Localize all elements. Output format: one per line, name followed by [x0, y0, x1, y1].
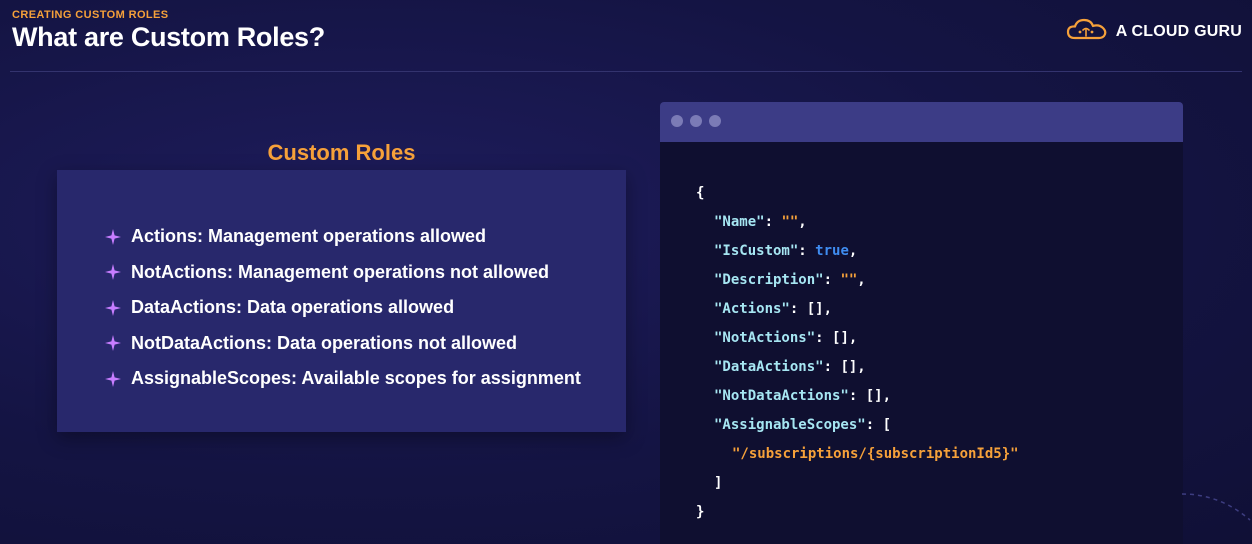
code-line: "Description": "", [714, 272, 866, 288]
code-line: "/subscriptions/{subscriptionId5}" [732, 446, 1019, 462]
code-line: } [696, 504, 705, 520]
eyebrow-label: CREATING CUSTOM ROLES [12, 9, 169, 21]
custom-roles-card: Actions: Management operations allowed N… [57, 170, 626, 432]
code-line: "DataActions": [], [714, 359, 866, 375]
code-line: "NotDataActions": [], [714, 388, 892, 404]
list-item: Actions: Management operations allowed [105, 219, 581, 255]
window-dot-icon [709, 115, 721, 127]
cloud-logo-icon [1066, 17, 1108, 46]
list-item: NotActions: Management operations not al… [105, 255, 581, 291]
window-title-bar [660, 102, 1183, 142]
list-item-text: Actions: Management operations allowed [131, 226, 487, 247]
sparkle-icon [105, 228, 121, 245]
list-item: DataActions: Data operations allowed [105, 290, 581, 326]
code-line: "Name": "", [714, 214, 807, 230]
sparkle-icon [105, 264, 121, 281]
page-title: What are Custom Roles? [12, 22, 325, 52]
window-dot-icon [671, 115, 683, 127]
code-line: ] [714, 475, 723, 491]
code-line: "NotActions": [], [714, 330, 858, 346]
header-divider [10, 71, 1242, 72]
list-item-text: NotDataActions: Data operations not allo… [131, 332, 518, 353]
list-item-text: AssignableScopes: Available scopes for a… [131, 368, 581, 389]
brand-logo: A CLOUD GURU [1066, 17, 1242, 46]
code-line: { [696, 185, 705, 201]
code-area: { "Name": "", "IsCustom": true, "Descrip… [660, 142, 1183, 544]
list-item-text: NotActions: Management operations not al… [131, 261, 550, 282]
sparkle-icon [105, 370, 121, 387]
code-line: "AssignableScopes": [ [714, 417, 892, 433]
list-item: NotDataActions: Data operations not allo… [105, 326, 581, 362]
sparkle-icon [105, 335, 121, 352]
custom-roles-heading: Custom Roles [267, 140, 416, 165]
brand-name: A CLOUD GURU [1115, 22, 1242, 40]
list-item-text: DataActions: Data operations allowed [131, 297, 455, 318]
window-dot-icon [690, 115, 702, 127]
sparkle-icon [105, 299, 121, 316]
list-item: AssignableScopes: Available scopes for a… [105, 361, 581, 397]
code-line: "IsCustom": true, [714, 243, 858, 259]
roles-list: Actions: Management operations allowed N… [105, 219, 581, 397]
code-window: { "Name": "", "IsCustom": true, "Descrip… [660, 102, 1183, 544]
code-line: "Actions": [], [714, 301, 833, 317]
decorative-arc [1181, 493, 1251, 521]
